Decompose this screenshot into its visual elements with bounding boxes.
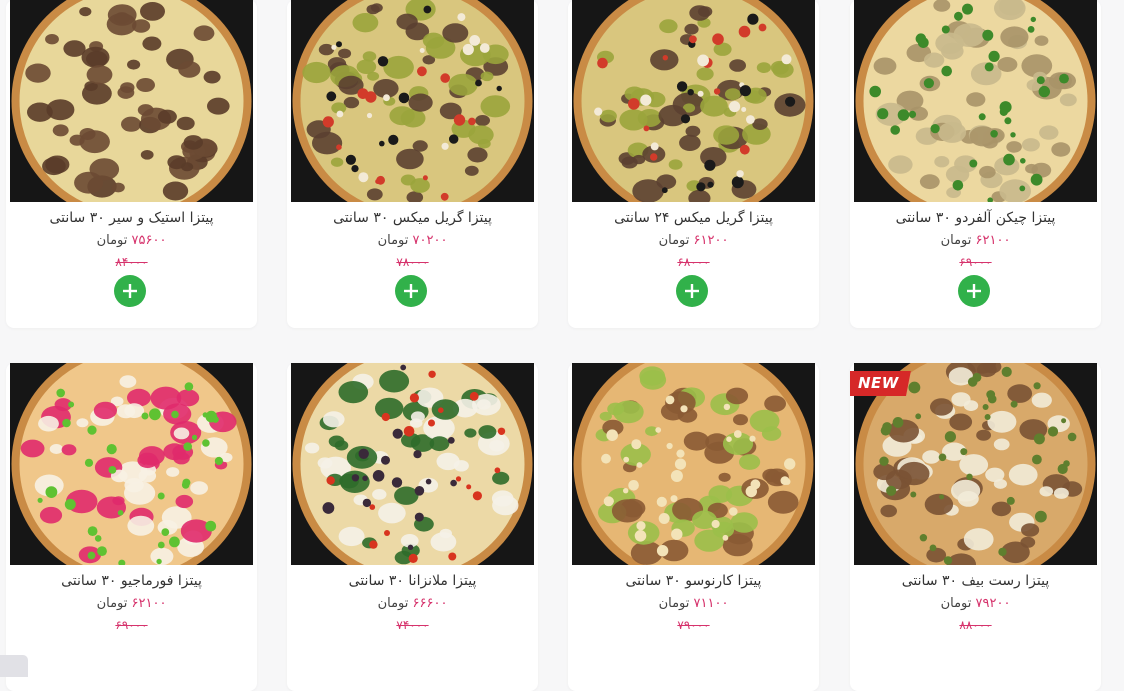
currency-label: تومان: [377, 596, 409, 611]
product-image[interactable]: [10, 363, 253, 565]
currency-label: تومان: [96, 596, 128, 611]
pizza-image: [11, 0, 252, 202]
add-to-cart-button[interactable]: [114, 275, 146, 307]
new-badge: NEW: [850, 371, 911, 396]
plus-icon: [123, 284, 137, 298]
currency-label: تومان: [96, 233, 128, 248]
scroll-to-top-button[interactable]: [0, 655, 28, 677]
product-price: ۷۱۱۰۰ تومان: [568, 596, 819, 611]
old-price: ۷۸۰۰۰: [396, 255, 429, 269]
product-price: ۷۹۲۰۰ تومان: [850, 596, 1101, 611]
product-card[interactable]: پیتزا گریل میکس ۲۴ سانتی ۶۱۲۰۰ تومان ۶۸۰…: [568, 0, 819, 328]
product-price: ۶۲۱۰۰ تومان: [850, 233, 1101, 248]
old-price: ۷۹۰۰۰: [677, 618, 710, 632]
product-image[interactable]: [291, 0, 534, 202]
pizza-image: [292, 363, 533, 565]
product-price: ۶۱۲۰۰ تومان: [568, 233, 819, 248]
currency-label: تومان: [658, 233, 690, 248]
product-name[interactable]: پیتزا رست بیف ۳۰ سانتی: [850, 573, 1101, 589]
price-value: ۷۹۲۰۰: [975, 596, 1011, 611]
product-name[interactable]: پیتزا کارنوسو ۳۰ سانتی: [568, 573, 819, 589]
old-price: ۸۸۰۰۰: [959, 618, 992, 632]
currency-label: تومان: [940, 596, 972, 611]
product-price: ۷۰۲۰۰ تومان: [287, 233, 538, 248]
product-image[interactable]: [572, 0, 815, 202]
pizza-image: [573, 0, 814, 202]
plus-icon: [685, 284, 699, 298]
product-name[interactable]: پیتزا چیکن آلفردو ۳۰ سانتی: [850, 210, 1101, 226]
currency-label: تومان: [377, 233, 409, 248]
product-card[interactable]: پیتزا استیک و سیر ۳۰ سانتی ۷۵۶۰۰ تومان ۸…: [6, 0, 257, 328]
price-value: ۶۲۱۰۰: [131, 596, 167, 611]
price-value: ۷۰۲۰۰: [412, 233, 448, 248]
price-value: ۶۲۱۰۰: [975, 233, 1011, 248]
currency-label: تومان: [940, 233, 972, 248]
product-card[interactable]: پیتزا چیکن آلفردو ۳۰ سانتی ۶۲۱۰۰ تومان ۶…: [850, 0, 1101, 328]
add-to-cart-button[interactable]: [395, 275, 427, 307]
price-value: ۷۱۱۰۰: [693, 596, 729, 611]
price-value: ۶۶۶۰۰: [412, 596, 448, 611]
product-card[interactable]: پیتزا کارنوسو ۳۰ سانتی ۷۱۱۰۰ تومان ۷۹۰۰۰: [568, 363, 819, 691]
product-card[interactable]: NEW پیتزا رست بیف ۳۰ سانتی ۷۹۲۰۰ تومان ۸…: [850, 363, 1101, 691]
product-price: ۶۶۶۰۰ تومان: [287, 596, 538, 611]
product-name[interactable]: پیتزا گریل میکس ۲۴ سانتی: [568, 210, 819, 226]
product-name[interactable]: پیتزا استیک و سیر ۳۰ سانتی: [6, 210, 257, 226]
product-name[interactable]: پیتزا فورماجیو ۳۰ سانتی: [6, 573, 257, 589]
price-value: ۷۵۶۰۰: [131, 233, 167, 248]
pizza-image: [11, 363, 252, 565]
currency-label: تومان: [658, 596, 690, 611]
plus-icon: [404, 284, 418, 298]
plus-icon: [967, 284, 981, 298]
pizza-image: [855, 0, 1096, 202]
product-card[interactable]: پیتزا گریل میکس ۳۰ سانتی ۷۰۲۰۰ تومان ۷۸۰…: [287, 0, 538, 328]
pizza-image: [573, 363, 814, 565]
old-price: ۶۹۰۰۰: [959, 255, 992, 269]
product-image[interactable]: [10, 0, 253, 202]
old-price: ۷۴۰۰۰: [396, 618, 429, 632]
product-card[interactable]: پیتزا ملانزانا ۳۰ سانتی ۶۶۶۰۰ تومان ۷۴۰۰…: [287, 363, 538, 691]
product-image[interactable]: [572, 363, 815, 565]
product-card[interactable]: پیتزا فورماجیو ۳۰ سانتی ۶۲۱۰۰ تومان ۶۹۰۰…: [6, 363, 257, 691]
product-name[interactable]: پیتزا گریل میکس ۳۰ سانتی: [287, 210, 538, 226]
pizza-image: [292, 0, 533, 202]
product-price: ۶۲۱۰۰ تومان: [6, 596, 257, 611]
add-to-cart-button[interactable]: [676, 275, 708, 307]
add-to-cart-button[interactable]: [958, 275, 990, 307]
old-price: ۸۴۰۰۰: [115, 255, 148, 269]
product-name[interactable]: پیتزا ملانزانا ۳۰ سانتی: [287, 573, 538, 589]
old-price: ۶۸۰۰۰: [677, 255, 710, 269]
product-image[interactable]: [854, 0, 1097, 202]
product-image[interactable]: [291, 363, 534, 565]
product-price: ۷۵۶۰۰ تومان: [6, 233, 257, 248]
price-value: ۶۱۲۰۰: [693, 233, 729, 248]
old-price: ۶۹۰۰۰: [115, 618, 148, 632]
